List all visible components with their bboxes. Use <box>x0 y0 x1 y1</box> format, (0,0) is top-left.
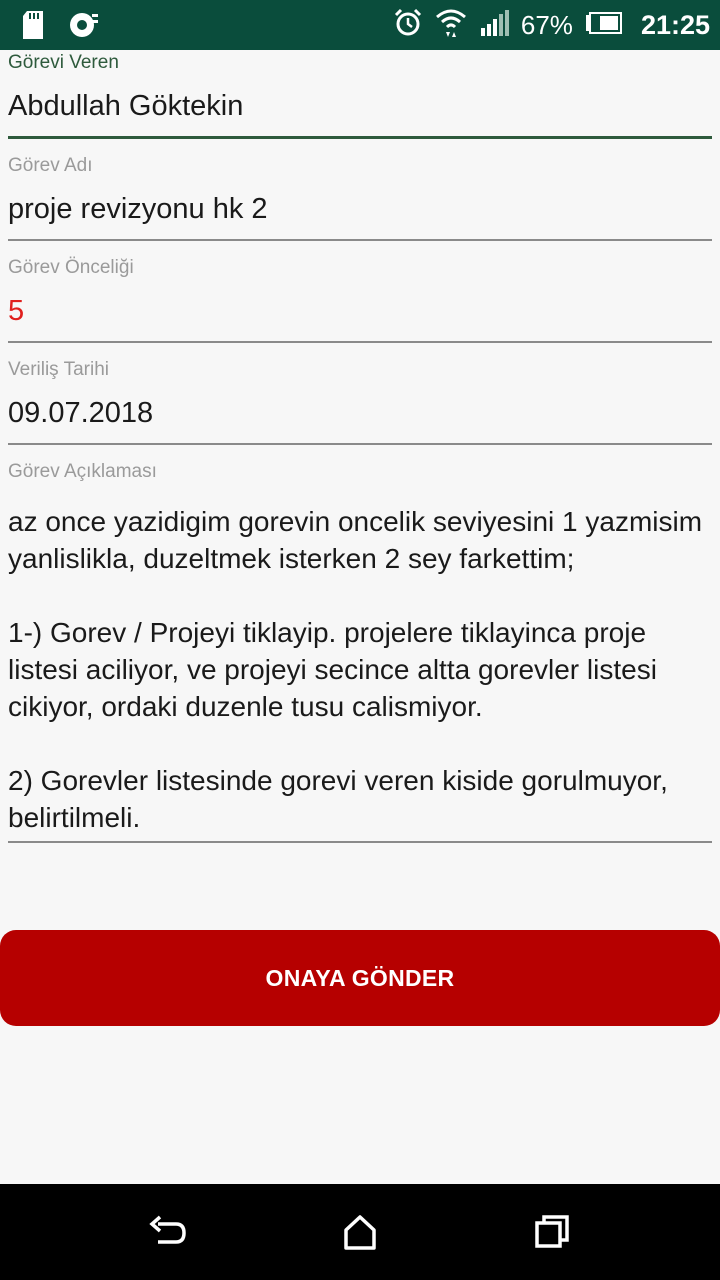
alarm-icon <box>393 8 423 43</box>
wifi-icon <box>435 7 467 44</box>
assigner-field[interactable]: Görevi Veren Abdullah Göktekin <box>8 50 712 139</box>
assigner-label: Görevi Veren <box>8 52 119 73</box>
description-label: Görev Açıklaması <box>8 461 157 482</box>
clock: 21:25 <box>640 9 710 40</box>
date-input[interactable]: 09.07.2018 <box>8 383 712 445</box>
assigner-input[interactable]: Abdullah Göktekin <box>8 76 712 139</box>
home-icon[interactable] <box>340 1212 380 1252</box>
date-field[interactable]: Veriliş Tarihi 09.07.2018 <box>8 357 712 445</box>
battery-icon <box>585 11 623 39</box>
priority-field[interactable]: Görev Önceliği 5 <box>8 255 712 343</box>
navigation-bar <box>0 1184 720 1280</box>
status-bar-left <box>22 10 100 45</box>
task-name-input[interactable]: proje revizyonu hk 2 <box>8 179 712 241</box>
sd-card-icon <box>22 10 44 45</box>
signal-icon <box>479 9 509 41</box>
status-bar: 67% 21:25 <box>0 0 720 50</box>
task-name-label: Görev Adı <box>8 155 93 176</box>
date-label: Veriliş Tarihi <box>8 359 110 380</box>
description-field[interactable]: Görev Açıklaması az once yazidigim gorev… <box>8 459 712 843</box>
recents-icon[interactable] <box>532 1212 572 1252</box>
send-for-approval-button[interactable]: ONAYA GÖNDER <box>0 930 720 1026</box>
status-bar-right: 67% 21:25 <box>393 0 710 50</box>
battery-percent: 67% <box>520 9 573 40</box>
description-input[interactable]: az once yazidigim gorevin oncelik seviye… <box>8 485 712 843</box>
task-form: Görevi Veren Abdullah Göktekin Görev Adı… <box>8 50 712 843</box>
back-icon[interactable] <box>148 1212 188 1252</box>
priority-label: Görev Önceliği <box>8 257 134 278</box>
priority-input[interactable]: 5 <box>8 281 712 343</box>
sync-icon <box>68 10 100 45</box>
task-name-field[interactable]: Görev Adı proje revizyonu hk 2 <box>8 153 712 241</box>
